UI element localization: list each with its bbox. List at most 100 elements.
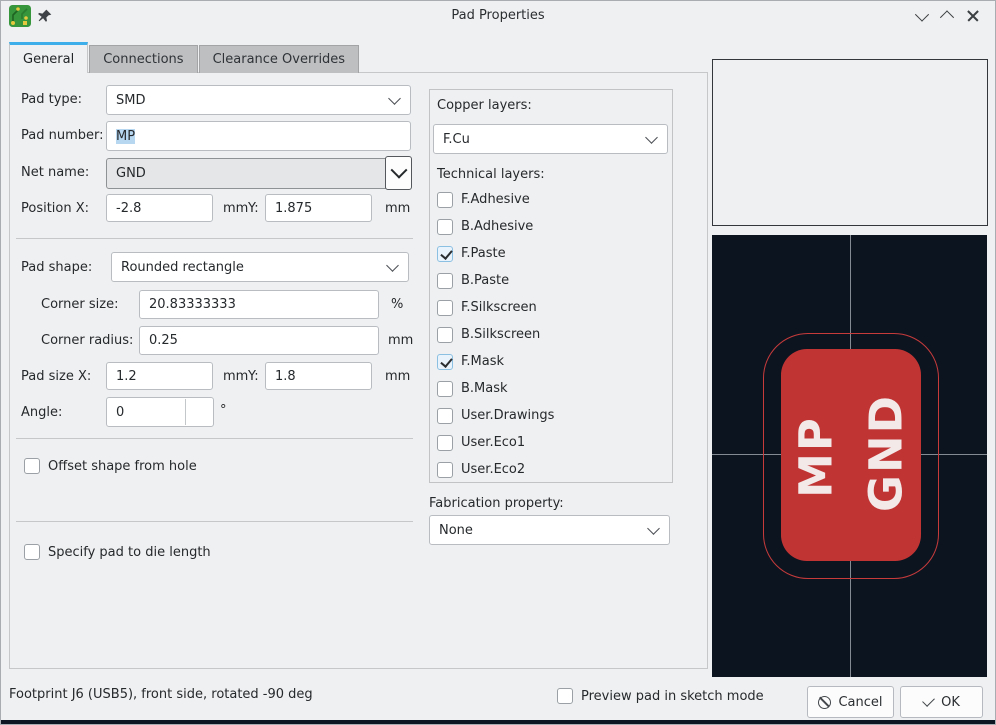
- pad-preview-canvas: MP GND: [712, 235, 987, 677]
- layer-checkbox-f-mask[interactable]: [437, 354, 453, 370]
- pad-size-x-value: 1.2: [116, 369, 137, 384]
- close-button[interactable]: [960, 5, 986, 27]
- layer-row: B.Mask: [437, 375, 663, 402]
- layer-row: B.Silkscreen: [437, 321, 663, 348]
- chevron-down-icon: [390, 162, 407, 179]
- technical-layers-list: F.AdhesiveB.AdhesiveF.PasteB.PasteF.Silk…: [437, 186, 663, 483]
- pad-size-y-unit: mm: [385, 369, 410, 385]
- window-bottom-edge: [1, 720, 995, 724]
- window-title: Pad Properties: [1, 8, 995, 23]
- tab-connections[interactable]: Connections: [89, 45, 197, 73]
- position-label: Position X:: [21, 201, 89, 217]
- net-name-value: GND: [116, 166, 146, 181]
- parent-footprint-preview: [712, 59, 988, 226]
- check-icon: [922, 694, 935, 707]
- layer-checkbox-b-paste[interactable]: [437, 273, 453, 289]
- chevron-down-icon: [647, 522, 660, 535]
- chevron-down-icon: [915, 8, 929, 22]
- pad-number-preview-text: MP: [790, 416, 843, 498]
- layer-checkbox-b-adhesive[interactable]: [437, 219, 453, 235]
- offset-shape-label: Offset shape from hole: [48, 459, 197, 474]
- copper-layers-value: F.Cu: [443, 132, 470, 147]
- pad-number-input[interactable]: MP: [106, 121, 411, 151]
- layer-checkbox-f-paste[interactable]: [437, 246, 453, 262]
- pad-number-label: Pad number:: [21, 128, 104, 144]
- layer-label: B.Mask: [461, 381, 508, 396]
- offset-shape-checkbox[interactable]: [24, 458, 40, 474]
- cancel-label: Cancel: [838, 695, 882, 710]
- pad-shape-label: Pad shape:: [21, 260, 92, 276]
- die-length-checkbox[interactable]: [24, 544, 40, 560]
- chevron-up-icon: [940, 10, 954, 24]
- corner-size-value: 20.83333333: [149, 297, 236, 312]
- corner-size-label: Corner size:: [41, 297, 118, 313]
- layer-row: F.Silkscreen: [437, 294, 663, 321]
- angle-unit: °: [220, 403, 227, 419]
- ok-button[interactable]: OK: [900, 686, 983, 718]
- cancel-button[interactable]: Cancel: [807, 686, 894, 718]
- layer-checkbox-f-silkscreen[interactable]: [437, 300, 453, 316]
- layer-label: User.Drawings: [461, 408, 554, 423]
- layer-checkbox-f-adhesive[interactable]: [437, 192, 453, 208]
- layer-row: F.Adhesive: [437, 186, 663, 213]
- net-name-dropdown-button[interactable]: [385, 156, 412, 190]
- position-y-input[interactable]: 1.875: [265, 194, 372, 222]
- pad-size-x-input[interactable]: 1.2: [106, 362, 213, 390]
- separator: [16, 438, 413, 439]
- corner-radius-value: 0.25: [149, 333, 178, 348]
- titlebar: Pad Properties: [1, 1, 995, 31]
- ok-label: OK: [941, 695, 960, 710]
- angle-label: Angle:: [21, 405, 62, 421]
- angle-combo[interactable]: 0: [106, 397, 214, 427]
- layer-label: User.Eco2: [461, 462, 525, 477]
- layer-checkbox-b-silkscreen[interactable]: [437, 327, 453, 343]
- cancel-icon: [818, 696, 831, 709]
- close-icon: [966, 9, 980, 23]
- layer-label: F.Paste: [461, 246, 506, 261]
- pad-number-value: MP: [116, 129, 135, 144]
- separator: [16, 238, 413, 239]
- shade-button[interactable]: [909, 5, 935, 27]
- corner-size-input[interactable]: 20.83333333: [139, 290, 379, 319]
- fabrication-property-select[interactable]: None: [429, 515, 670, 545]
- maximize-button[interactable]: [934, 5, 960, 27]
- pad-size-y-input[interactable]: 1.8: [265, 362, 372, 390]
- net-name-label: Net name:: [21, 165, 89, 181]
- tab-clearance-overrides[interactable]: Clearance Overrides: [199, 45, 360, 73]
- pad-size-y-label: Y:: [248, 369, 259, 385]
- layer-checkbox-b-mask[interactable]: [437, 381, 453, 397]
- sketch-mode-checkbox[interactable]: [557, 688, 573, 704]
- position-y-label: Y:: [248, 201, 259, 217]
- chevron-down-icon: [388, 92, 401, 105]
- net-name-combo[interactable]: GND: [106, 158, 386, 189]
- pad-type-label: Pad type:: [21, 92, 82, 108]
- layer-row: User.Eco1: [437, 429, 663, 456]
- corner-radius-input[interactable]: 0.25: [139, 326, 379, 355]
- position-x-input[interactable]: -2.8: [106, 194, 213, 222]
- die-length-row: Specify pad to die length: [24, 544, 211, 560]
- tab-bar: GeneralConnectionsClearance Overrides: [9, 42, 360, 73]
- layer-label: F.Adhesive: [461, 192, 530, 207]
- layer-checkbox-user-eco1[interactable]: [437, 435, 453, 451]
- pad-shape-select[interactable]: Rounded rectangle: [111, 252, 409, 282]
- pad-type-select[interactable]: SMD: [106, 85, 411, 115]
- copper-layers-select[interactable]: F.Cu: [433, 124, 668, 154]
- position-y-value: 1.875: [275, 201, 312, 216]
- layer-row: User.Eco2: [437, 456, 663, 483]
- pad-type-value: SMD: [116, 93, 145, 108]
- pad-shape-value: Rounded rectangle: [121, 260, 244, 275]
- sketch-mode-label: Preview pad in sketch mode: [581, 689, 764, 704]
- pad-size-label: Pad size X:: [21, 369, 91, 385]
- tab-general[interactable]: General: [9, 42, 88, 73]
- sketch-mode-row: Preview pad in sketch mode: [557, 688, 764, 704]
- layer-row: B.Adhesive: [437, 213, 663, 240]
- layer-label: B.Adhesive: [461, 219, 533, 234]
- fabrication-property-label: Fabrication property:: [429, 496, 564, 512]
- pad-size-y-value: 1.8: [275, 369, 296, 384]
- die-length-label: Specify pad to die length: [48, 545, 211, 560]
- layer-checkbox-user-eco2[interactable]: [437, 462, 453, 478]
- status-text: Footprint J6 (USB5), front side, rotated…: [9, 687, 313, 703]
- copper-layers-label: Copper layers:: [437, 98, 532, 114]
- combo-divider: [185, 399, 186, 425]
- layer-checkbox-user-drawings[interactable]: [437, 408, 453, 424]
